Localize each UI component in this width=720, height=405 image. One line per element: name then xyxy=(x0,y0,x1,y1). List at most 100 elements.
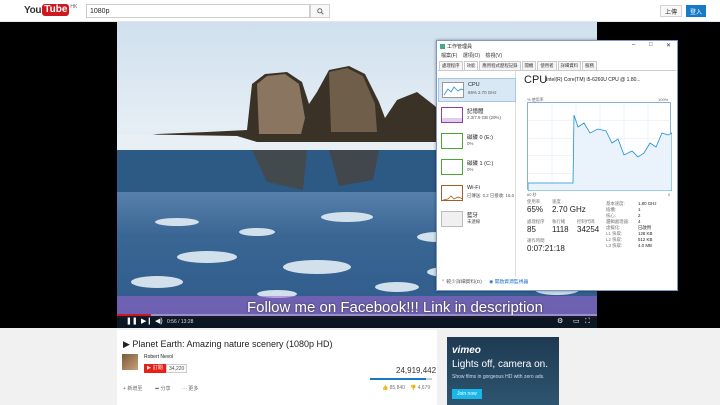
dislike-count: 4,679 xyxy=(417,385,431,391)
resource-name: 記憶體 xyxy=(467,109,484,115)
spec-value: 128 KB xyxy=(638,231,653,236)
resource-name: Wi-Fi xyxy=(467,185,480,191)
like-count: 85,840 xyxy=(389,385,405,391)
resource-cpu[interactable]: CPU 65% 2.70 GHz xyxy=(438,78,516,102)
fewer-details-label: 較少詳細資料(D) xyxy=(446,280,482,285)
resource-value: 已傳送: 0.2 已接收: 16.0 xyxy=(467,193,515,198)
tab-processes[interactable]: 處理程序 xyxy=(439,61,463,70)
search-button[interactable] xyxy=(310,4,330,18)
menu-file[interactable]: 檔案(F) xyxy=(441,53,457,59)
youtube-play-icon: ▶ xyxy=(147,365,151,371)
resource-name: 磁碟 1 (C:) xyxy=(467,161,494,167)
view-count: 24,919,442 xyxy=(396,366,437,375)
channel-name[interactable]: Robert Nevol xyxy=(144,354,173,360)
spec-value: 2 xyxy=(638,213,641,218)
channel-avatar[interactable] xyxy=(122,354,138,370)
tab-users[interactable]: 使用者 xyxy=(537,61,557,70)
task-manager-title: 工作管理員 xyxy=(447,44,473,50)
add-to-label: 新增至 xyxy=(127,386,143,392)
close-button[interactable]: ✕ xyxy=(666,42,671,49)
ad-join-button[interactable]: Join now xyxy=(452,389,482,399)
threads-value: 1118 xyxy=(552,225,569,234)
spec-value: 1.80 GHz xyxy=(638,201,657,206)
performance-panel: CPU 65% 2.70 GHz 記憶體 2.3/7.9 GB (29%) 磁碟… xyxy=(438,70,676,277)
login-button[interactable]: 登入 xyxy=(686,5,706,17)
processes-value: 85 xyxy=(527,225,536,234)
play-pause-icon[interactable]: ❚❚ xyxy=(126,317,138,327)
logo-tube: Tube xyxy=(42,4,70,16)
spec-value: 1 xyxy=(638,207,641,212)
youtube-header: You Tube HK 1080p 上傳 登入 xyxy=(0,0,720,22)
menu-options[interactable]: 選項(O) xyxy=(463,53,480,59)
time-display: 0:56 / 13:28 xyxy=(167,319,194,325)
minimize-button[interactable]: – xyxy=(632,42,635,48)
fewer-details-link[interactable]: ⌃ 較少詳細資料(D) xyxy=(441,280,482,285)
fullscreen-icon[interactable]: ⛶ xyxy=(585,317,590,327)
subscribe-button[interactable]: ▶ 訂閱 xyxy=(144,364,166,373)
resource-value: 0% xyxy=(467,141,474,146)
task-manager-footer: ⌃ 較少詳細資料(D) ◉ 開啟資源監視器 xyxy=(441,278,528,285)
resource-monitor-link[interactable]: ◉ 開啟資源監視器 xyxy=(489,280,528,285)
disk1-thumbnail xyxy=(441,159,463,175)
tab-details[interactable]: 詳細資料 xyxy=(557,61,582,70)
menu-view[interactable]: 檢視(V) xyxy=(485,53,502,59)
volume-icon[interactable]: ◀) xyxy=(155,317,163,327)
cpu-header: CPU xyxy=(524,74,548,86)
subscriber-count: 34,220 xyxy=(166,364,188,373)
like-ratio-fill xyxy=(370,378,426,380)
next-icon[interactable]: ▶❙ xyxy=(141,317,152,327)
resource-bluetooth[interactable]: 藍牙 未連線 xyxy=(438,208,516,232)
vimeo-ad[interactable]: vimeo Lights off, camera on. Show films … xyxy=(447,337,559,405)
resource-disk-0[interactable]: 磁碟 0 (E:) 0% xyxy=(438,130,516,154)
bluetooth-thumbnail xyxy=(441,211,463,227)
tab-services[interactable]: 服務 xyxy=(582,61,597,70)
spec-value: 4 xyxy=(638,219,641,224)
more-button[interactable]: ··· 更多 xyxy=(182,385,198,392)
spec-key: L3 快取: xyxy=(606,243,623,248)
resource-memory[interactable]: 記憶體 2.3/7.9 GB (29%) xyxy=(438,104,516,128)
task-manager-window[interactable]: 工作管理員 – □ ✕ 檔案(F) 選項(O) 檢視(V) 處理程序 效能 應用… xyxy=(436,40,678,291)
thumbs-down-icon: 👎 xyxy=(410,385,418,391)
resource-name: CPU xyxy=(468,82,480,88)
resource-value: 未連線 xyxy=(467,219,481,224)
more-label: 更多 xyxy=(188,386,199,392)
resource-disk-1[interactable]: 磁碟 1 (C:) 0% xyxy=(438,156,516,180)
resource-name: 藍牙 xyxy=(467,213,479,219)
subscribe-label: 訂閱 xyxy=(152,365,163,371)
upload-button[interactable]: 上傳 xyxy=(660,5,682,17)
ad-subtext: Show films in gorgeous HD with zero ads. xyxy=(452,374,545,380)
resource-value: 2.3/7.9 GB (29%) xyxy=(467,115,501,120)
cpu-model: Intel(R) Core(TM) i5-6260U CPU @ 1.80... xyxy=(546,77,641,83)
dislike-button[interactable]: 👎 4,679 xyxy=(410,385,430,391)
cpu-thumbnail xyxy=(442,82,465,98)
like-button[interactable]: 👍 85,840 xyxy=(382,385,405,391)
resource-value: 65% 2.70 GHz xyxy=(468,90,497,95)
resource-list: CPU 65% 2.70 GHz 記憶體 2.3/7.9 GB (29%) 磁碟… xyxy=(438,71,516,277)
speed-value: 2.70 GHz xyxy=(552,205,586,214)
add-to-button[interactable]: + 新增至 xyxy=(123,385,142,392)
share-label: 分享 xyxy=(160,386,171,392)
logo-you: You xyxy=(24,4,42,16)
search-input[interactable]: 1080p xyxy=(86,4,310,18)
thumbs-up-icon: 👍 xyxy=(382,385,390,391)
handles-value: 34254 xyxy=(577,225,600,234)
graph-min: 0 xyxy=(668,192,671,197)
search-icon xyxy=(316,7,324,15)
tab-bar: 處理程序 效能 應用程式歷程記錄 開機 使用者 詳細資料 服務 xyxy=(439,61,598,70)
task-manager-icon xyxy=(440,44,445,49)
theater-icon[interactable]: ▭ xyxy=(573,317,580,327)
resource-wifi[interactable]: Wi-Fi 已傳送: 0.2 已接收: 16.0 xyxy=(438,182,516,206)
tab-performance[interactable]: 效能 xyxy=(463,61,479,70)
resource-name: 磁碟 0 (E:) xyxy=(467,135,493,141)
settings-icon[interactable]: ⚙ xyxy=(557,317,563,327)
tab-app-history[interactable]: 應用程式歷程記錄 xyxy=(479,61,521,70)
maximize-button[interactable]: □ xyxy=(649,42,653,48)
cpu-usage-graph xyxy=(527,102,673,192)
menu-bar: 檔案(F) 選項(O) 檢視(V) xyxy=(441,52,506,59)
youtube-logo[interactable]: You Tube HK xyxy=(24,4,77,16)
cpu-detail: CPU Intel(R) Core(TM) i5-6260U CPU @ 1.8… xyxy=(520,71,676,277)
ad-brand: vimeo xyxy=(452,345,481,356)
tab-startup[interactable]: 開機 xyxy=(521,61,537,70)
ad-headline: Lights off, camera on. xyxy=(452,359,548,370)
share-button[interactable]: ➦ 分享 xyxy=(155,385,171,392)
